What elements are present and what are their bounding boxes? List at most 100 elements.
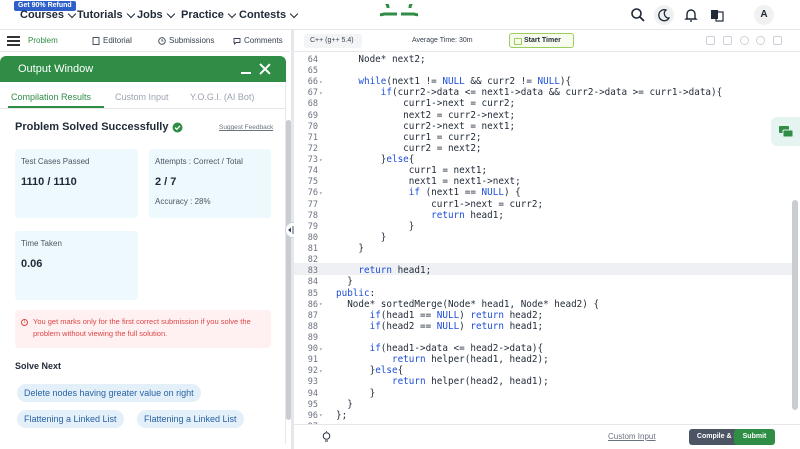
code-line[interactable]: if(curr2->data <= next1->data && curr2->…: [336, 87, 722, 98]
code-line[interactable]: return helper(head2, head1);: [336, 376, 549, 387]
solve-next-chip[interactable]: Flattening a Linked List: [137, 410, 244, 428]
fold-toggle-icon[interactable]: ▾: [319, 90, 323, 97]
theme-toggle-button[interactable]: [654, 5, 674, 25]
code-line[interactable]: curr1 = curr2;: [336, 132, 481, 143]
menu-icon[interactable]: [7, 36, 20, 46]
code-editor[interactable]: 64 65 66 ▾ 67 ▾ 68 69 70 71 72 73 ▾ 74 75 76 ▾ 77 78 79 80 81…: [294, 52, 792, 424]
fold-toggle-icon[interactable]: ▾: [319, 79, 323, 86]
code-line[interactable]: }: [336, 399, 353, 410]
code-line[interactable]: return helper(head1, head2);: [336, 354, 549, 365]
fullscreen-icon[interactable]: [723, 36, 732, 45]
accuracy-value: Accuracy : 28%: [155, 197, 211, 206]
lightbulb-icon[interactable]: [321, 431, 332, 443]
fold-toggle-icon[interactable]: ▾: [319, 412, 323, 419]
problem-tab-bar: Problem Editorial Submissions Comments: [0, 30, 290, 52]
nav-contests[interactable]: Contests: [239, 9, 299, 21]
code-line[interactable]: curr2->next = next1;: [336, 121, 515, 132]
moon-icon: [658, 9, 671, 22]
close-icon[interactable]: [259, 63, 271, 75]
chevron-down-icon: [227, 9, 237, 18]
tab-problem[interactable]: Problem: [28, 36, 58, 45]
code-line[interactable]: }: [336, 243, 364, 254]
reset-icon[interactable]: [756, 36, 765, 45]
line-number: 95: [307, 399, 318, 410]
code-line[interactable]: }: [336, 388, 376, 399]
tab-editorial[interactable]: Editorial: [92, 36, 132, 45]
fold-toggle-icon[interactable]: ▾: [319, 301, 323, 308]
comment-icon: [233, 37, 241, 45]
code-line[interactable]: if(head1->data <= head2->data){: [336, 343, 544, 354]
code-line[interactable]: public:: [336, 288, 375, 299]
expand-icon[interactable]: [773, 36, 782, 45]
tab-submissions[interactable]: Submissions: [158, 36, 214, 45]
line-number: 64: [307, 55, 318, 65]
code-line[interactable]: if(head2 == NULL) return head1;: [336, 321, 544, 332]
nav-tutorials[interactable]: Tutorials: [77, 9, 135, 21]
code-line[interactable]: next2 = curr2->next;: [336, 110, 515, 121]
code-line[interactable]: }: [336, 276, 353, 287]
nav-contests-label: Contests: [239, 9, 287, 21]
translate-icon[interactable]: [709, 7, 725, 23]
bell-icon[interactable]: [683, 7, 699, 23]
code-line[interactable]: return head1;: [336, 265, 431, 276]
code-line[interactable]: Node* sortedMerge(Node* head1, Node* hea…: [336, 299, 599, 310]
start-timer-button[interactable]: Start Timer: [509, 33, 574, 48]
nav-jobs[interactable]: Jobs: [137, 9, 175, 21]
attempts-card: Attempts : Correct / Total 2 / 7 Accurac…: [149, 149, 271, 218]
solve-next-chip[interactable]: Delete nodes having greater value on rig…: [17, 384, 201, 402]
custom-input-link[interactable]: Custom Input: [608, 432, 656, 441]
nav-courses[interactable]: Courses: [20, 9, 77, 21]
code-line[interactable]: Node* next2;: [336, 54, 425, 65]
nav-practice-label: Practice: [181, 9, 224, 21]
code-line[interactable]: curr1->next = curr2;: [336, 199, 543, 210]
tab-custom-input[interactable]: Custom Input: [115, 92, 169, 102]
search-icon[interactable]: [630, 7, 646, 23]
code-line[interactable]: };: [336, 410, 347, 421]
test-cases-card: Test Cases Passed 1110 / 1110: [15, 149, 138, 218]
average-time: Average Time: 30m: [412, 37, 473, 44]
code-line[interactable]: while(next1 != NULL && curr2 != NULL){: [336, 76, 571, 87]
code-line[interactable]: }: [336, 221, 415, 232]
tab-editorial-label: Editorial: [103, 36, 132, 45]
line-number: 93: [307, 377, 318, 388]
test-cases-value: 1110 / 1110: [21, 176, 77, 188]
tab-compilation-results[interactable]: Compilation Results: [11, 92, 91, 102]
tab-comments[interactable]: Comments: [233, 36, 283, 45]
code-line[interactable]: return head1;: [336, 210, 504, 221]
language-select[interactable]: C++ (g++ 5.4): [304, 34, 362, 48]
line-number: 90: [307, 344, 318, 355]
copy-icon[interactable]: [706, 36, 715, 45]
fold-toggle-icon[interactable]: ▾: [319, 157, 323, 164]
avatar[interactable]: A: [754, 5, 774, 25]
code-line[interactable]: next1 = next1->next;: [336, 176, 521, 187]
geeksforgeeks-logo-icon[interactable]: [380, 4, 418, 24]
nav-tutorials-label: Tutorials: [77, 9, 123, 21]
solve-next-chip[interactable]: Flattening a Linked List: [17, 410, 124, 428]
editor-scrollbar[interactable]: [792, 200, 798, 410]
code-line[interactable]: }: [336, 232, 387, 243]
suggest-feedback-link[interactable]: Suggest Feedback: [219, 124, 273, 131]
fold-toggle-icon[interactable]: ▾: [319, 190, 323, 197]
fold-toggle-icon[interactable]: ▾: [319, 346, 323, 353]
chevron-down-icon: [166, 9, 175, 18]
code-line[interactable]: curr1->next = curr2;: [336, 98, 515, 109]
tab-yogi-ai-bot[interactable]: Y.O.G.I. (AI Bot): [190, 92, 254, 102]
submit-button[interactable]: Submit: [734, 429, 775, 445]
chat-button[interactable]: [771, 117, 800, 146]
line-number: 94: [307, 388, 318, 399]
minimize-icon[interactable]: [241, 72, 251, 74]
settings-icon[interactable]: [740, 36, 749, 45]
code-line[interactable]: }else{: [336, 154, 415, 165]
line-number: 72: [307, 143, 318, 154]
code-line[interactable]: if (next1 == NULL) {: [336, 187, 521, 198]
code-line[interactable]: }else{: [336, 365, 404, 376]
line-number: 66: [307, 77, 318, 88]
editor-bottom-bar: Custom Input Compile & Run Submit: [294, 424, 800, 449]
tab-comments-label: Comments: [244, 36, 283, 45]
code-line[interactable]: curr2 = next2;: [336, 143, 481, 154]
marks-note: i You get marks only for the first corre…: [15, 310, 271, 348]
code-line[interactable]: curr1 = next1;: [336, 165, 487, 176]
nav-practice[interactable]: Practice: [181, 9, 237, 21]
code-line[interactable]: if(head1 == NULL) return head2;: [336, 310, 544, 321]
fold-toggle-icon[interactable]: ▾: [319, 368, 323, 375]
